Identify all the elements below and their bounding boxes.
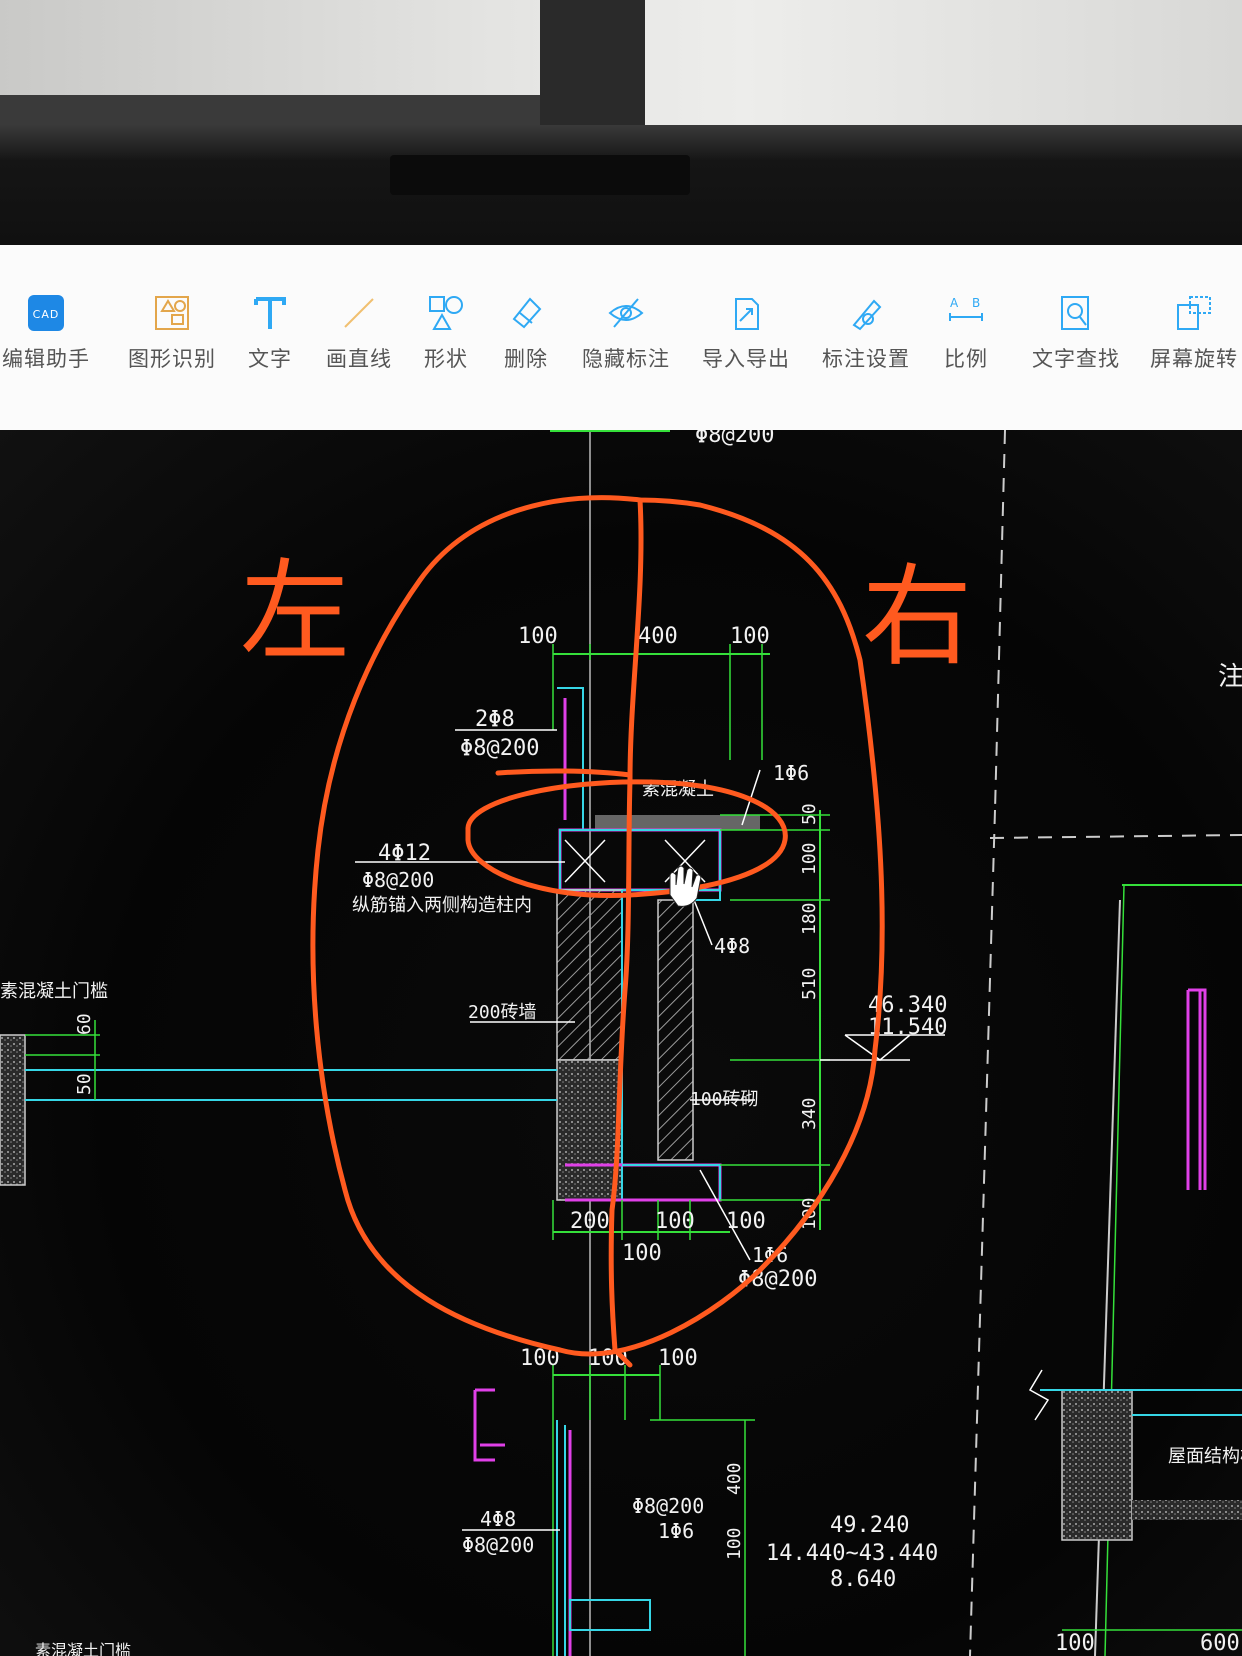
toolbar-label: 隐藏标注 [582,348,670,371]
toolbar-label: 标注设置 [822,348,910,371]
toolbar-draw-line[interactable]: 画直线 [326,293,392,373]
toolbar-label: 文字查找 [1032,348,1120,371]
dim-100-b1: 100 [655,1209,695,1234]
toolbar-shape-recognition[interactable]: 图形识别 [128,293,216,373]
toolbar-text[interactable]: 文字 [248,293,292,373]
dim-340: 340 [799,1097,820,1130]
photo-background-door [540,0,645,130]
shape-recognize-icon [155,296,189,330]
toolbar-scale[interactable]: AB 比例 [944,293,988,373]
svg-text:CAD: CAD [33,308,60,321]
hide-annotation-icon [608,298,644,328]
toolbar-label: 形状 [424,348,468,371]
dim-100-c3: 100 [658,1346,698,1371]
note-anchor: 纵筋锚入两侧构造柱内 [352,895,532,916]
toolbar-hide-annotation[interactable]: 隐藏标注 [582,293,670,373]
scale-icon: AB [949,296,983,321]
photo-background-wall [0,0,1242,130]
dim-100-right: 100 [730,624,770,649]
shape-icon [429,296,463,330]
toolbar-label: 删除 [504,348,548,371]
label-phi8-200-e: Φ8@200 [632,1494,704,1518]
toolbar-label: 编辑助手 [2,348,90,371]
label-1phi6: 1Φ6 [773,761,809,785]
toolbar-edit-assistant[interactable]: CAD 编辑助手 [2,293,90,373]
dim-200-b: 200 [570,1209,610,1234]
import-export-icon [735,298,759,330]
svg-text:B: B [972,296,981,310]
label-left-sill: 素混凝土门槛 [0,981,108,1002]
app-logo-icon: CAD [28,295,64,331]
label-phi8-200-b: Φ8@200 [362,868,434,892]
label-1phi6-c: 1Φ6 [658,1519,694,1543]
toolbar-label: 图形识别 [128,348,216,371]
toolbar-shape[interactable]: 形状 [424,293,468,373]
handwritten-labels: 左 右 [240,548,972,681]
toolbar: CAD 编辑助手 图形识别 文字 画直线 形状 删除 隐藏标注 导入导出 标注设… [0,245,1242,430]
dim-400-v: 400 [724,1462,745,1495]
toolbar-label: 比例 [944,348,988,371]
label-100-wall: 100砖砌 [690,1089,759,1110]
toolbar-label: 画直线 [326,348,392,371]
dim-50: 50 [799,803,820,825]
label-zhu: 注 [1218,662,1242,692]
webcam-bar [390,155,690,195]
screen-rotate-icon [1177,296,1211,330]
label-top-rebar: Φ8@200 [695,430,774,448]
dim-50-left: 50 [74,1073,95,1095]
toolbar-screen-rotate[interactable]: 屏幕旋转 [1150,293,1238,373]
dim-600: 600 [1200,1631,1240,1656]
label-4phi12: 4Φ12 [378,841,431,866]
label-4phi8-b: 4Φ8 [480,1507,516,1531]
label-roof: 屋面结构板 [1168,1446,1242,1467]
toolbar-label: 导入导出 [702,348,790,371]
cad-drawing: Φ8@200 100 400 100 2Φ8 Φ8@200 素混凝土 1Φ6 5… [0,430,1242,1656]
label-phi8-200-d: Φ8@200 [462,1533,534,1557]
handwritten-left: 左 [240,548,350,676]
text-icon [254,297,286,329]
toolbar-annotation-settings[interactable]: 标注设置 [822,293,910,373]
dim-100-v: 100 [799,842,820,875]
toolbar-import-export[interactable]: 导入导出 [702,293,790,373]
toolbar-label: 屏幕旋转 [1150,348,1238,371]
elev-5: 8.640 [830,1567,896,1592]
label-phi8-200-a: Φ8@200 [460,736,539,761]
dim-100-v3: 100 [724,1527,745,1560]
line-icon [344,298,374,328]
cad-drawing-canvas[interactable]: Φ8@200 100 400 100 2Φ8 Φ8@200 素混凝土 1Φ6 5… [0,430,1242,1656]
monitor-bezel [0,125,1242,245]
dim-400: 400 [638,624,678,649]
label-bottom-left: 素混凝土门槛 [35,1641,131,1656]
dim-180: 180 [799,902,820,935]
elev-3: 49.240 [830,1513,909,1538]
label-200-wall: 200砖墙 [468,1002,537,1023]
eraser-icon [512,297,542,329]
dim-100-b3: 100 [622,1241,662,1266]
toolbar-label: 文字 [248,348,292,371]
dim-60: 60 [74,1013,95,1035]
dim-100-left: 100 [518,624,558,649]
label-2phi8: 2Φ8 [475,707,515,732]
svg-text:A: A [950,296,959,310]
toolbar-text-search[interactable]: 文字查找 [1032,293,1120,373]
dim-510: 510 [799,967,820,1000]
elev-4: 14.440~43.440 [766,1541,938,1566]
handwritten-right: 右 [862,553,972,681]
label-4phi8-a: 4Φ8 [714,934,750,958]
text-search-icon [1061,296,1089,330]
annotation-settings-icon [852,299,882,331]
dim-100-br: 100 [1055,1631,1095,1656]
toolbar-delete[interactable]: 删除 [504,293,548,373]
dim-100-b2: 100 [726,1209,766,1234]
